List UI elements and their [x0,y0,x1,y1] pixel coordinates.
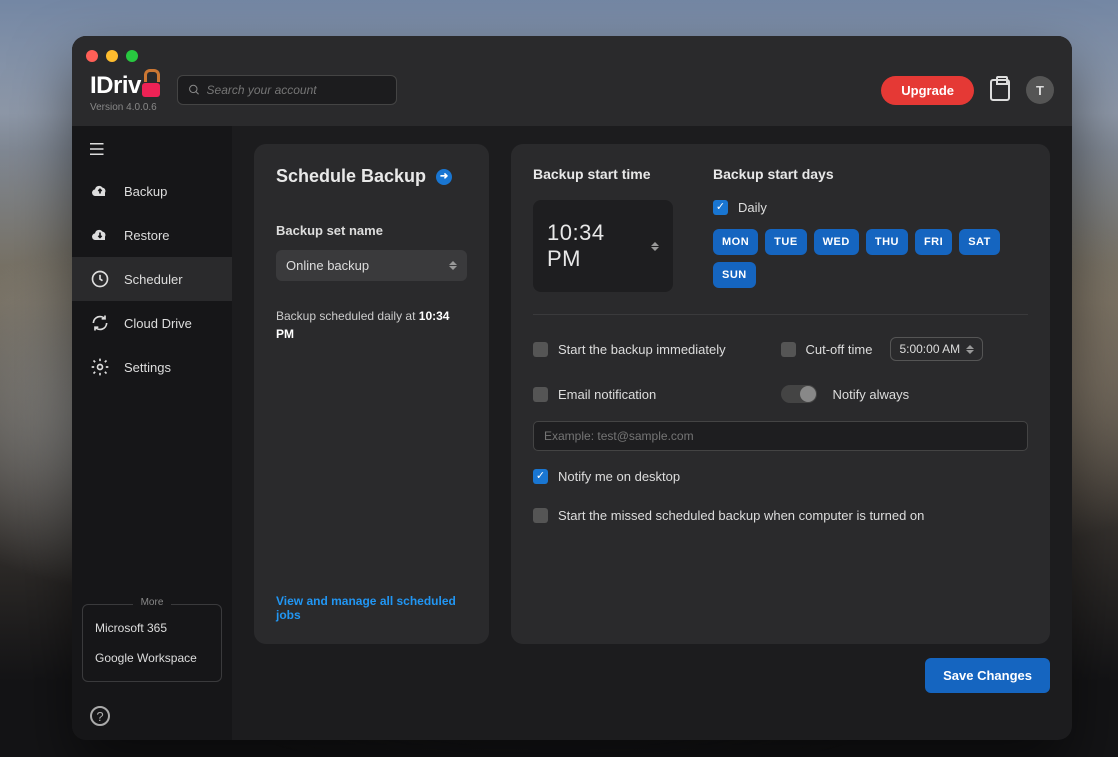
day-sat[interactable]: SAT [959,229,1000,255]
sidebar-item-restore[interactable]: Restore [72,213,232,257]
day-tue[interactable]: TUE [765,229,807,255]
notify-desktop-checkbox[interactable] [533,469,548,484]
help-button[interactable]: ? [72,692,232,740]
more-label: More [133,597,172,608]
close-icon[interactable] [86,50,98,62]
start-immediately-checkbox[interactable] [533,342,548,357]
sidebar-item-label: Settings [124,360,171,375]
start-time-picker[interactable]: 10:34 PM [533,200,673,292]
app-version: Version 4.0.0.6 [90,102,161,113]
notify-desktop-label: Notify me on desktop [558,469,680,484]
sidebar-more-ms365[interactable]: Microsoft 365 [83,613,221,643]
day-thu[interactable]: THU [866,229,908,255]
start-time-value: 10:34 PM [547,220,641,272]
start-immediately-label: Start the backup immediately [558,342,726,357]
sidebar-item-label: Scheduler [124,272,183,287]
cutoff-stepper-icon [966,345,974,354]
upgrade-button[interactable]: Upgrade [881,76,974,105]
app-logo: IDriv [90,72,161,100]
day-wed[interactable]: WED [814,229,859,255]
cutoff-label: Cut-off time [806,342,873,357]
cloud-download-icon [90,225,110,245]
chevron-updown-icon [449,261,457,270]
search-icon [188,83,201,97]
lock-icon [142,75,160,97]
options-panel: Backup start time 10:34 PM Backup start … [511,144,1050,644]
panel-title: Schedule Backup [276,166,426,187]
day-mon[interactable]: MON [713,229,758,255]
clipboard-icon[interactable] [990,79,1010,101]
set-name-label: Backup set name [276,223,467,238]
search-box[interactable] [177,75,397,105]
save-button[interactable]: Save Changes [925,658,1050,693]
view-jobs-link[interactable]: View and manage all scheduled jobs [276,594,467,622]
window-controls [86,50,138,62]
minimize-icon[interactable] [106,50,118,62]
sidebar-item-backup[interactable]: Backup [72,169,232,213]
logo-text-1: IDriv [90,72,141,100]
daily-label: Daily [738,200,767,215]
sync-icon [90,313,110,333]
sidebar-item-label: Backup [124,184,167,199]
sidebar: Backup Restore Scheduler Cloud Drive Set… [72,126,232,740]
notify-always-label: Notify always [833,387,910,402]
gear-icon [90,357,110,377]
menu-toggle[interactable] [72,132,232,169]
daily-checkbox[interactable] [713,200,728,215]
schedule-summary: Backup scheduled daily at 10:34 PM [276,307,467,343]
cloud-upload-icon [90,181,110,201]
info-icon[interactable]: ➜ [436,169,452,185]
email-notification-checkbox[interactable] [533,387,548,402]
sidebar-item-label: Cloud Drive [124,316,192,331]
select-value: Online backup [286,258,369,273]
cutoff-value: 5:00:00 AM [899,342,960,356]
notify-always-toggle[interactable] [781,385,817,403]
sidebar-item-scheduler[interactable]: Scheduler [72,257,232,301]
backup-set-select[interactable]: Online backup [276,250,467,281]
day-fri[interactable]: FRI [915,229,952,255]
start-missed-label: Start the missed scheduled backup when c… [558,508,924,523]
email-notification-label: Email notification [558,387,656,402]
app-window: IDriv Version 4.0.0.6 Upgrade T Backup R… [72,36,1072,740]
clock-icon [90,269,110,289]
schedule-panel: Schedule Backup ➜ Backup set name Online… [254,144,489,644]
help-icon: ? [90,706,110,726]
sidebar-more-gworkspace[interactable]: Google Workspace [83,643,221,673]
fullscreen-icon[interactable] [126,50,138,62]
sidebar-more: More Microsoft 365 Google Workspace [82,604,222,682]
start-time-label: Backup start time [533,166,673,182]
titlebar: IDriv Version 4.0.0.6 Upgrade T [72,36,1072,126]
time-stepper-icon[interactable] [651,242,659,251]
start-missed-checkbox[interactable] [533,508,548,523]
sidebar-item-settings[interactable]: Settings [72,345,232,389]
avatar[interactable]: T [1026,76,1054,104]
sidebar-item-label: Restore [124,228,170,243]
day-picker: MON TUE WED THU FRI SAT SUN [713,229,1028,288]
day-sun[interactable]: SUN [713,262,756,288]
cutoff-checkbox[interactable] [781,342,796,357]
cutoff-time-picker[interactable]: 5:00:00 AM [890,337,983,361]
sidebar-item-cloud-drive[interactable]: Cloud Drive [72,301,232,345]
start-days-label: Backup start days [713,166,1028,182]
search-input[interactable] [207,83,386,97]
email-input[interactable] [533,421,1028,451]
